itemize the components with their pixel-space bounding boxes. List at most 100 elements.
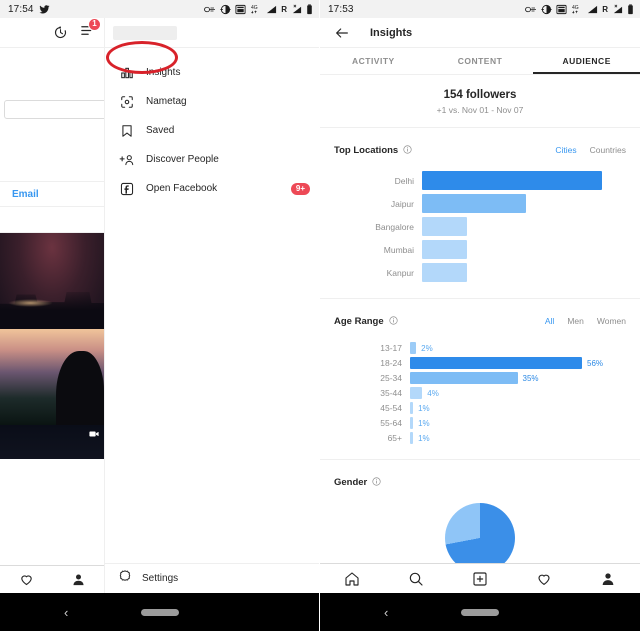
- menu-list: Insights Nametag Saved Discover People O…: [105, 48, 319, 203]
- facebook-icon: [118, 182, 136, 196]
- info-icon[interactable]: [372, 473, 381, 491]
- location-label: Kanpur: [386, 267, 414, 278]
- tab-content[interactable]: CONTENT: [427, 48, 534, 74]
- card-title: Age Range: [334, 315, 384, 327]
- segment-all[interactable]: All: [545, 316, 554, 326]
- twitter-icon: [38, 4, 50, 13]
- menu-item-discover-people[interactable]: Discover People: [105, 145, 319, 174]
- tab-activity[interactable]: ACTIVITY: [320, 48, 427, 74]
- roaming-icon: R: [281, 4, 287, 14]
- age-value-label: 35%: [522, 373, 539, 383]
- settings-label: Settings: [142, 573, 179, 584]
- status-bar-right: 17:53 4G R: [320, 0, 640, 18]
- segment-countries[interactable]: Countries: [590, 145, 626, 155]
- insights-header: Insights: [320, 18, 640, 48]
- menu-item-label: Insights: [146, 67, 181, 78]
- location-bar-row: Bangalore: [334, 217, 626, 236]
- photo-thumbnail[interactable]: [0, 329, 104, 425]
- followers-delta: +1 vs. Nov 01 - Nov 07: [436, 105, 524, 115]
- back-chevron-icon[interactable]: ‹: [64, 605, 68, 620]
- age-value-label: 4%: [427, 388, 439, 398]
- segment-men[interactable]: Men: [567, 316, 584, 326]
- search-icon[interactable]: [408, 571, 424, 587]
- svg-text:4G: 4G: [251, 5, 258, 11]
- add-post-icon[interactable]: [472, 571, 488, 587]
- back-arrow-icon[interactable]: [334, 25, 350, 41]
- location-bar-row: Kanpur: [334, 263, 626, 282]
- segment-cities[interactable]: Cities: [555, 145, 576, 155]
- home-pill[interactable]: [461, 608, 499, 616]
- profile-icon[interactable]: [71, 572, 86, 587]
- location-label: Bangalore: [375, 221, 414, 232]
- age-bar: [410, 432, 414, 444]
- status-time: 17:54: [8, 3, 34, 15]
- hamburger-menu-icon[interactable]: 1: [80, 17, 101, 43]
- insights-bar-chart-icon: [118, 66, 136, 80]
- battery-icon: [307, 3, 312, 14]
- age-label: 45-54: [380, 403, 402, 413]
- gender-header: Gender: [334, 473, 626, 491]
- bookmark-icon: [118, 124, 136, 138]
- signal-icon: [588, 5, 598, 13]
- menu-item-settings[interactable]: Settings: [105, 563, 319, 593]
- home-icon[interactable]: [344, 571, 360, 587]
- add-person-icon: [118, 153, 136, 167]
- signal-x-icon: [292, 4, 302, 13]
- link-icon: [525, 6, 537, 12]
- right-phone-screen: 17:53 4G R Insights ACTIVITY CONTENT AUD…: [320, 0, 640, 631]
- age-bar-row: 65+ 1%: [334, 432, 626, 444]
- age-value-label: 1%: [418, 433, 430, 443]
- gender-filter-segmented-control: All Men Women: [545, 316, 626, 326]
- menu-badge: 1: [88, 17, 101, 31]
- age-label: 13-17: [380, 343, 402, 353]
- info-icon[interactable]: [389, 312, 398, 330]
- menu-item-open-facebook[interactable]: Open Facebook 9+: [105, 174, 319, 203]
- status-time: 17:53: [328, 3, 354, 15]
- age-label: 35-44: [380, 388, 402, 398]
- menu-item-nametag[interactable]: Nametag: [105, 87, 319, 116]
- back-chevron-icon[interactable]: ‹: [384, 605, 388, 620]
- status-icons-left: 4G R: [204, 3, 313, 15]
- followers-count: 154 followers: [443, 89, 517, 101]
- age-bar: [410, 342, 417, 354]
- age-bar-row: 25-34 35%: [334, 372, 626, 384]
- age-value-label: 2%: [421, 343, 433, 353]
- photo-thumbnail[interactable]: [0, 425, 104, 459]
- location-label: Jaipur: [390, 198, 414, 209]
- svg-text:4G: 4G: [572, 5, 579, 11]
- location-bar: [422, 194, 527, 213]
- age-bar-row: 13-17 2%: [334, 342, 626, 354]
- followers-summary: 154 followers +1 vs. Nov 01 - Nov 07: [320, 75, 640, 127]
- age-range-bar-chart: 13-17 2% 18-24 56% 25-34 35% 35-44 4% 45-54 1% 55-…: [334, 342, 626, 444]
- photo-thumbnail[interactable]: [0, 233, 104, 329]
- page-title: Insights: [370, 26, 413, 39]
- location-bar-row: Jaipur: [334, 194, 626, 213]
- age-value-label: 1%: [418, 418, 430, 428]
- age-bar-row: 45-54 1%: [334, 402, 626, 414]
- left-phone-screen: 17:54 4G R 1 Email Insights Nametag Save…: [0, 0, 320, 631]
- age-bar: [410, 357, 582, 369]
- contrast-icon: [220, 4, 231, 14]
- tab-audience[interactable]: AUDIENCE: [533, 48, 640, 74]
- video-camera-icon: [89, 431, 99, 437]
- menu-item-label: Saved: [146, 125, 175, 136]
- menu-item-insights[interactable]: Insights: [105, 58, 319, 87]
- menu-item-saved[interactable]: Saved: [105, 116, 319, 145]
- age-bar: [410, 387, 423, 399]
- home-pill[interactable]: [141, 608, 179, 616]
- heart-icon[interactable]: [19, 572, 34, 587]
- age-value-label: 56%: [587, 358, 604, 368]
- profile-icon[interactable]: [600, 571, 616, 587]
- dual-phone-screenshot: 17:54 4G R 1 Email Insights Nametag Save…: [0, 0, 640, 631]
- menu-item-label: Discover People: [146, 154, 219, 165]
- android-nav-bar-left: ‹: [0, 593, 319, 631]
- age-bar-row: 18-24 56%: [334, 357, 626, 369]
- heart-icon[interactable]: [536, 571, 552, 587]
- age-bar: [410, 402, 414, 414]
- history-icon[interactable]: [53, 25, 68, 40]
- screenshot-icon: [556, 4, 567, 14]
- top-locations-card: Top Locations Cities Countries Delhi Jaip…: [320, 128, 640, 298]
- segment-women[interactable]: Women: [597, 316, 626, 326]
- info-icon[interactable]: [403, 141, 412, 159]
- insights-tabs: ACTIVITY CONTENT AUDIENCE: [320, 48, 640, 75]
